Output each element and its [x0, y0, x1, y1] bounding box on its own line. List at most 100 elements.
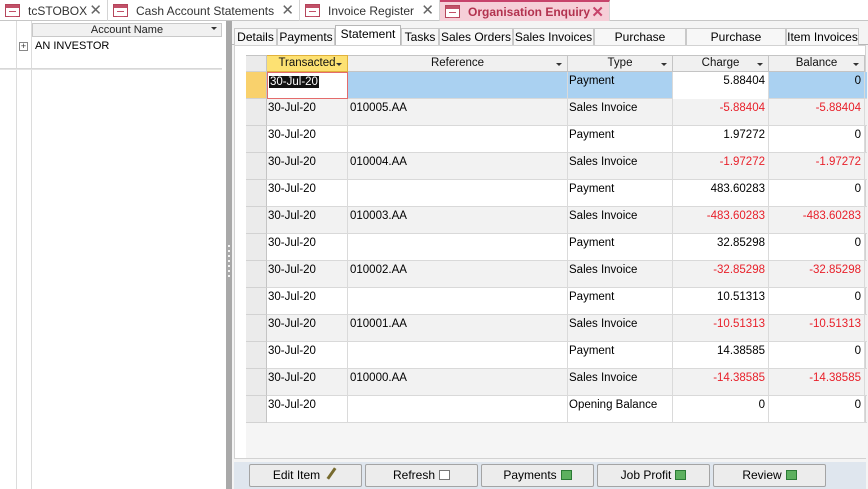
cell-type[interactable]: Opening Balance	[568, 396, 673, 423]
cell-transacted[interactable]: 30-Jul-20	[267, 315, 348, 342]
review-button[interactable]: Review	[713, 464, 826, 487]
tab-tasks[interactable]: Tasks	[401, 28, 439, 46]
cell-reference[interactable]	[348, 180, 568, 207]
table-row[interactable]: 30-Jul-20 010002.AA Sales Invoice -32.85298…	[267, 261, 867, 288]
cell-charge[interactable]: -14.38585	[673, 369, 769, 396]
cell-balance[interactable]: -483.60283	[769, 207, 865, 234]
row-selector[interactable]	[246, 153, 267, 180]
table-row[interactable]: 30-Jul-20 Payment 10.51313 0	[267, 288, 867, 315]
cell-charge[interactable]: -5.88404	[673, 99, 769, 126]
table-row[interactable]: 30-Jul-20 Payment 5.88404 0	[267, 72, 867, 99]
cell-type[interactable]: Payment	[568, 180, 673, 207]
cell-reference[interactable]: 010000.AA	[348, 369, 568, 396]
cell-reference[interactable]	[348, 234, 568, 261]
column-header-balance[interactable]: Balance	[769, 55, 865, 72]
cell-transacted[interactable]: 30-Jul-20	[267, 99, 348, 126]
edit-item-button[interactable]: Edit Item	[249, 464, 362, 487]
expand-icon[interactable]: +	[19, 42, 28, 51]
close-icon[interactable]: ✕	[591, 3, 604, 21]
cell-reference[interactable]: 010003.AA	[348, 207, 568, 234]
cell-transacted[interactable]: 30-Jul-20	[267, 234, 348, 261]
cell-reference[interactable]: 010005.AA	[348, 99, 568, 126]
cell-charge[interactable]: 10.51313	[673, 288, 769, 315]
tab-sales-orders[interactable]: Sales Orders	[439, 28, 513, 46]
column-header-reference[interactable]: Reference	[348, 55, 568, 72]
cell-type[interactable]: Sales Invoice	[568, 153, 673, 180]
cell-balance[interactable]: 0	[769, 180, 865, 207]
cell-transacted[interactable]: 30-Jul-20	[267, 207, 348, 234]
cell-transacted[interactable]: 30-Jul-20	[267, 126, 348, 153]
cell-balance[interactable]: 0	[769, 126, 865, 153]
cell-balance[interactable]: -14.38585	[769, 369, 865, 396]
cell-balance[interactable]: 0	[769, 342, 865, 369]
cell-balance[interactable]: 0	[769, 396, 865, 423]
doc-tab-organisation-enquiry[interactable]: Organisation Enquiry ✕	[440, 0, 610, 21]
close-icon[interactable]: ✕	[89, 1, 102, 19]
row-selector[interactable]	[246, 369, 267, 396]
table-row[interactable]: 30-Jul-20 Payment 483.60283 0	[267, 180, 867, 207]
cell-balance[interactable]: 0	[769, 72, 865, 99]
table-row[interactable]: 30-Jul-20 010000.AA Sales Invoice -14.38585…	[267, 369, 867, 396]
dropdown-arrow-icon[interactable]	[336, 63, 342, 66]
cell-transacted[interactable]: 30-Jul-20	[267, 261, 348, 288]
dropdown-arrow-icon[interactable]	[757, 63, 763, 66]
table-row[interactable]: 30-Jul-20 010004.AA Sales Invoice -1.97272 -…	[267, 153, 867, 180]
cell-charge[interactable]: 5.88404	[673, 72, 769, 99]
row-selector[interactable]	[246, 180, 267, 207]
tab-statement[interactable]: Statement	[335, 25, 401, 46]
cell-type[interactable]: Payment	[568, 126, 673, 153]
row-selector[interactable]	[246, 261, 267, 288]
row-selector[interactable]	[246, 234, 267, 261]
column-header-type[interactable]: Type	[568, 55, 673, 72]
cell-balance[interactable]: -1.97272	[769, 153, 865, 180]
cell-charge[interactable]: 483.60283	[673, 180, 769, 207]
close-icon[interactable]: ✕	[421, 1, 434, 19]
cell-reference[interactable]	[348, 126, 568, 153]
cell-charge[interactable]: 14.38585	[673, 342, 769, 369]
table-row[interactable]: 30-Jul-20 Payment 1.97272 0	[267, 126, 867, 153]
cell-charge[interactable]: 0	[673, 396, 769, 423]
tab-item-invoices[interactable]: Item Invoices	[786, 28, 859, 46]
cell-reference[interactable]: 010002.AA	[348, 261, 568, 288]
table-row[interactable]: 30-Jul-20 Payment 32.85298 0	[267, 234, 867, 261]
dropdown-arrow-icon[interactable]	[853, 63, 859, 66]
payments-button[interactable]: Payments	[481, 464, 594, 487]
cell-transacted[interactable]: 30-Jul-20	[267, 180, 348, 207]
job-profit-button[interactable]: Job Profit	[597, 464, 710, 487]
column-header-charge[interactable]: Charge	[673, 55, 769, 72]
cell-transacted[interactable]: 30-Jul-20	[267, 288, 348, 315]
dropdown-arrow-icon[interactable]	[211, 27, 217, 30]
cell-charge[interactable]: -1.97272	[673, 153, 769, 180]
doc-tab-invoice-register[interactable]: Invoice Register ✕	[300, 0, 440, 21]
refresh-button[interactable]: Refresh	[365, 464, 478, 487]
table-row[interactable]: 30-Jul-20 Opening Balance 0 0	[267, 396, 867, 423]
cell-reference[interactable]	[348, 396, 568, 423]
dropdown-arrow-icon[interactable]	[661, 63, 667, 66]
cell-charge[interactable]: -10.51313	[673, 315, 769, 342]
tab-purchase-orders[interactable]: Purchase Orders	[594, 28, 686, 61]
cell-reference[interactable]: 010004.AA	[348, 153, 568, 180]
tab-payments[interactable]: Payments	[277, 28, 335, 46]
cell-reference[interactable]: 010001.AA	[348, 315, 568, 342]
row-selector[interactable]	[246, 315, 267, 342]
cell-type[interactable]: Sales Invoice	[568, 315, 673, 342]
row-selector[interactable]	[246, 99, 267, 126]
cell-transacted[interactable]: 30-Jul-20	[267, 72, 348, 99]
cell-charge[interactable]: 1.97272	[673, 126, 769, 153]
table-row[interactable]: 30-Jul-20 010001.AA Sales Invoice -10.51313…	[267, 315, 867, 342]
doc-tab-tcstobox[interactable]: tcSTOBOX ✕	[0, 0, 108, 21]
dropdown-arrow-icon[interactable]	[556, 63, 562, 66]
cell-balance[interactable]: 0	[769, 288, 865, 315]
cell-transacted[interactable]: 30-Jul-20	[267, 369, 348, 396]
close-icon[interactable]: ✕	[281, 1, 294, 19]
column-header-transacted[interactable]: Transacted	[267, 55, 348, 72]
cell-reference[interactable]	[348, 288, 568, 315]
cell-balance[interactable]: -5.88404	[769, 99, 865, 126]
select-all-cell[interactable]	[246, 55, 267, 72]
table-row[interactable]: 30-Jul-20 Payment 14.38585 0	[267, 342, 867, 369]
cell-type[interactable]: Payment	[568, 342, 673, 369]
cell-charge[interactable]: -483.60283	[673, 207, 769, 234]
table-row[interactable]: 30-Jul-20 010005.AA Sales Invoice -5.88404 -…	[267, 99, 867, 126]
cell-reference[interactable]	[348, 342, 568, 369]
cell-transacted[interactable]: 30-Jul-20	[267, 153, 348, 180]
